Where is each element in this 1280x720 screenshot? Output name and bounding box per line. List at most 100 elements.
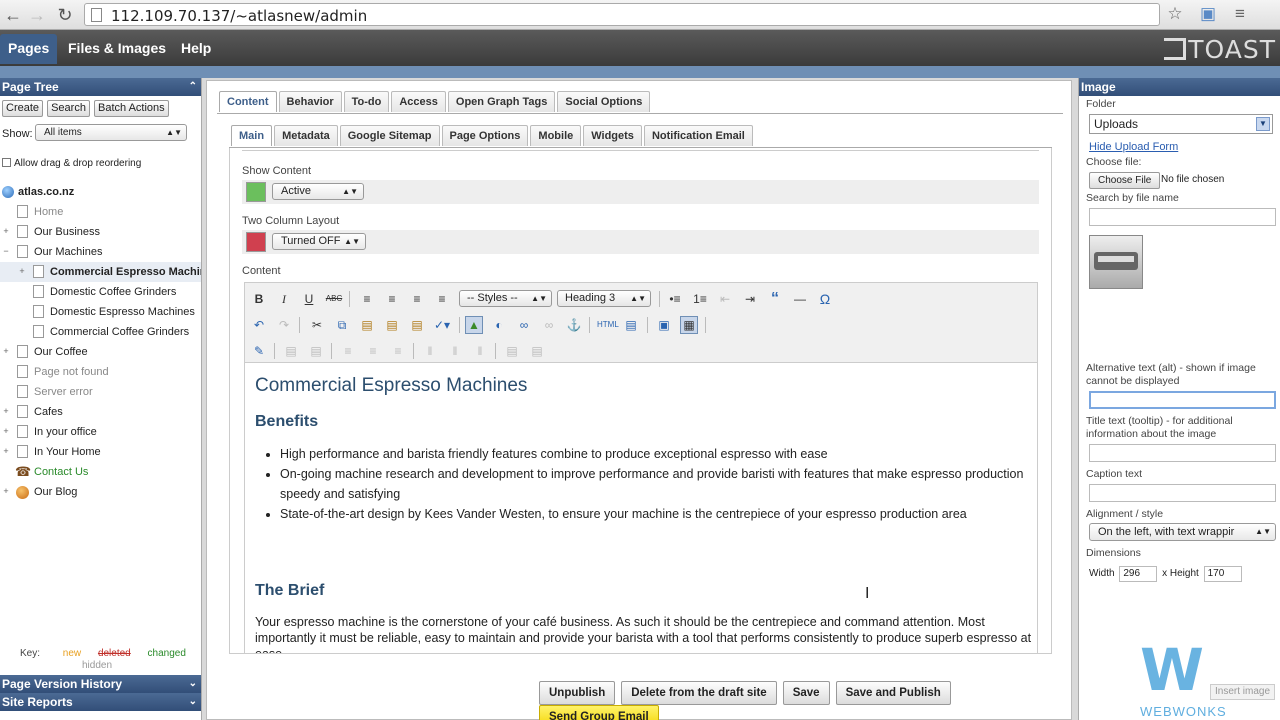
row-before-icon[interactable]: ≡ [339,342,357,360]
site-reports-header[interactable]: Site Reports ⌄ [0,693,201,711]
copy-icon[interactable]: ⧉ [333,316,351,334]
expand-icon[interactable]: + [18,267,26,276]
tree-item[interactable]: + In your office [0,422,201,442]
row-props-icon[interactable]: ▤ [282,342,300,360]
delete-draft-button[interactable]: Delete from the draft site [621,681,777,705]
tree-item[interactable]: Home [0,202,201,222]
collapse-icon[interactable]: ⌃ [189,78,197,96]
tree-item[interactable]: + Cafes [0,402,201,422]
back-icon[interactable]: ← [2,4,24,26]
expand-down-icon[interactable]: ⌄ [189,675,197,693]
subtab-notification-email[interactable]: Notification Email [643,125,753,146]
align-right-icon[interactable]: ≡ [408,290,426,308]
template-icon[interactable]: ▣ [655,316,673,334]
horizontal-rule-icon[interactable]: — [791,290,809,308]
tree-item-label[interactable]: Our Coffee [34,342,88,362]
rich-text-editor[interactable]: B I U ABC ≡ ≡ ≡ ≡ -- Styles -- ▲▼ Heading… [244,282,1038,654]
merge-cells-icon[interactable]: ▤ [528,342,546,360]
subtab-metadata[interactable]: Metadata [274,125,338,146]
save-publish-button[interactable]: Save and Publish [835,681,951,705]
outdent-icon[interactable]: ⇤ [716,290,734,308]
subtab-mobile[interactable]: Mobile [530,125,582,146]
tree-item-label[interactable]: Our Blog [34,482,77,502]
editor-content[interactable]: Commercial Espresso Machines Benefits Hi… [255,369,1035,653]
expand-icon[interactable]: + [2,487,10,496]
show-select[interactable]: All items ▲▼ [35,124,187,141]
folder-select[interactable]: Uploads ▼ [1089,114,1273,134]
subtab-main[interactable]: Main [231,125,273,146]
star-icon[interactable]: ☆ [1164,3,1186,25]
tree-item-label[interactable]: Page not found [34,362,109,382]
italic-button[interactable]: I [275,290,293,308]
redo-icon[interactable]: ↷ [275,316,293,334]
tree-item[interactable]: Page not found [0,362,201,382]
tab-pages[interactable]: Pages [0,34,58,64]
drag-drop-checkbox[interactable] [2,158,11,167]
tree-item-label[interactable]: Domestic Coffee Grinders [50,282,176,302]
show-content-select[interactable]: Active ▲▼ [272,183,364,200]
anchor-icon[interactable]: ⚓ [565,316,583,334]
expand-icon[interactable]: + [2,447,10,456]
save-button[interactable]: Save [782,681,830,705]
brief-heading[interactable]: The Brief [255,582,1035,600]
benefits-list[interactable]: High performance and barista friendly fe… [255,444,1035,524]
col-after-icon[interactable]: ‖ [446,342,464,360]
tree-item-label[interactable]: Domestic Espresso Machines [50,302,195,322]
tree-item[interactable]: Server error [0,382,201,402]
paste-icon[interactable]: ▤ [358,316,376,334]
indent-icon[interactable]: ⇥ [741,290,759,308]
fullscreen-icon[interactable]: ▤ [622,316,640,334]
split-cells-icon[interactable]: ▤ [503,342,521,360]
alt-text-input[interactable] [1089,391,1276,409]
tree-item-label[interactable]: Home [34,202,63,222]
unpublish-button[interactable]: Unpublish [539,681,616,705]
col-before-icon[interactable]: ‖ [421,342,439,360]
align-left-icon[interactable]: ≡ [358,290,376,308]
list-item[interactable]: On-going machine research and developmen… [280,464,1035,504]
paste-text-icon[interactable]: ▤ [383,316,401,334]
align-justify-icon[interactable]: ≡ [433,290,451,308]
forward-icon[interactable]: → [26,4,48,26]
tab-content[interactable]: Content [219,91,277,112]
tab-behavior[interactable]: Behavior [278,91,342,112]
paste-word-icon[interactable]: ▤ [408,316,426,334]
image-thumbnail[interactable] [1089,235,1143,289]
tree-item-label[interactable]: In Your Home [34,442,101,462]
numbered-list-icon[interactable]: 1≡ [691,290,709,308]
tree-item[interactable]: + Our Blog [0,482,201,502]
content-heading[interactable]: Commercial Espresso Machines [255,375,1035,397]
address-bar[interactable]: 112.109.70.137/~atlasnew/admin [84,3,1160,26]
collapse-icon[interactable]: − [2,247,10,256]
tree-item[interactable]: + Our Coffee [0,342,201,362]
drag-drop-toggle[interactable]: Allow drag & drop reordering [2,158,141,169]
url-text[interactable]: 112.109.70.137/~atlasnew/admin [111,7,367,25]
html-icon[interactable]: HTML [597,316,619,334]
edit-css-icon[interactable]: ✎ [250,342,268,360]
styles-select[interactable]: -- Styles -- ▲▼ [459,290,552,307]
cell-props-icon[interactable]: ▤ [307,342,325,360]
subtab-google-sitemap[interactable]: Google Sitemap [339,125,440,146]
tab-access[interactable]: Access [391,91,446,112]
tree-item-label[interactable]: Commercial Espresso Machines [50,262,201,282]
align-center-icon[interactable]: ≡ [383,290,401,308]
send-group-email-button[interactable]: Send Group Email [539,705,659,720]
hide-upload-link[interactable]: Hide Upload Form [1089,141,1178,153]
list-item[interactable]: State-of-the-art design by Kees Vander W… [280,504,1035,524]
tree-item[interactable]: Domestic Coffee Grinders [0,282,201,302]
page-version-history-header[interactable]: Page Version History ⌄ [0,675,201,693]
tree-item[interactable]: + Our Business [0,222,201,242]
tree-item-label[interactable]: In your office [34,422,97,442]
row-after-icon[interactable]: ≡ [364,342,382,360]
bold-button[interactable]: B [250,290,268,308]
expand-icon[interactable]: + [2,227,10,236]
blockquote-icon[interactable]: “ [766,290,784,308]
tree-item-selected[interactable]: + Commercial Espresso Machines [0,262,201,282]
choose-file-button[interactable]: Choose File [1089,172,1161,189]
tree-item-label[interactable]: Commercial Coffee Grinders [50,322,189,342]
tree-root[interactable]: atlas.co.nz [0,182,201,202]
tree-item-label[interactable]: Our Business [34,222,100,242]
expand-icon[interactable]: + [2,347,10,356]
tab-open-graph[interactable]: Open Graph Tags [447,91,556,112]
tree-item-label[interactable]: Cafes [34,402,63,422]
brief-paragraph[interactable]: Your espresso machine is the cornerstone… [255,614,1035,653]
